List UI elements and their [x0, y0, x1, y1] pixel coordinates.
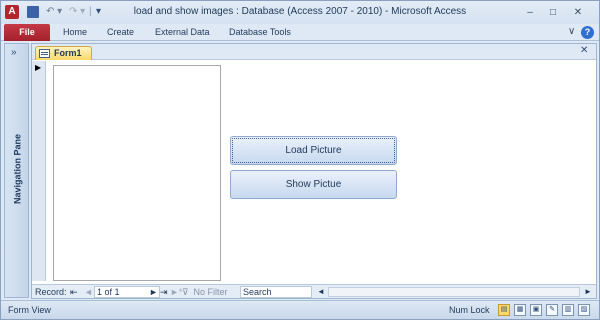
load-picture-button[interactable]: Load Picture [230, 136, 397, 165]
tab-database-tools[interactable]: Database Tools [229, 24, 291, 41]
tab-external-data[interactable]: External Data [155, 24, 210, 41]
layout-view-icon[interactable]: ▣ [530, 304, 542, 316]
ribbon-tabs: File Home Create External Data Database … [1, 24, 599, 41]
pivottable-view-icon[interactable]: ▥ [562, 304, 574, 316]
maximize-button[interactable]: □ [541, 6, 565, 19]
record-navigation-bar: Record: ⇤ ◄ 1 of 1 ► ⇥ ►* ⊽ No Filter Se… [32, 284, 596, 298]
datasheet-view-icon[interactable]: ▦ [514, 304, 526, 316]
horizontal-scrollbar[interactable] [328, 287, 580, 297]
document-area: Form1 ✕ ▶ Load Picture Show Pictue Recor… [31, 43, 597, 299]
record-label: Record: [35, 287, 67, 297]
search-input[interactable]: Search [240, 286, 312, 298]
new-record-icon[interactable]: ►* [170, 286, 182, 298]
numlock-indicator: Num Lock [449, 305, 490, 315]
scroll-left-icon[interactable]: ◄ [317, 286, 325, 298]
tab-home[interactable]: Home [63, 24, 87, 41]
show-picture-button[interactable]: Show Pictue [230, 170, 397, 199]
tab-form1[interactable]: Form1 [35, 46, 92, 60]
status-bar: Form View Num Lock ▤ ▦ ▣ ✎ ▥ ▨ [1, 300, 599, 319]
title-bar: A ↶ ▾ ↷ ▾ | ▾ load and show images : Dat… [1, 1, 599, 24]
nav-pane-toggle-icon[interactable]: » [11, 47, 17, 58]
tab-create[interactable]: Create [107, 24, 134, 41]
design-view-icon[interactable]: ✎ [546, 304, 558, 316]
record-selector[interactable]: ▶ [32, 61, 46, 281]
next-record-icon[interactable]: ► [149, 286, 158, 298]
document-tab-label: Form1 [54, 48, 82, 58]
pivotchart-view-icon[interactable]: ▨ [578, 304, 590, 316]
last-record-icon[interactable]: ⇥ [160, 286, 168, 298]
view-status: Form View [8, 305, 51, 315]
navigation-pane-label[interactable]: Navigation Pane [13, 117, 23, 222]
first-record-icon[interactable]: ⇤ [70, 286, 78, 298]
window-title: load and show images : Database (Access … [133, 6, 467, 17]
form-view-icon[interactable]: ▤ [498, 304, 510, 316]
no-filter-label: No Filter [193, 287, 228, 297]
form-icon [39, 49, 50, 58]
filter-icon: ⊽ [182, 287, 189, 297]
previous-record-icon[interactable]: ◄ [84, 286, 93, 298]
help-icon[interactable]: ? [581, 26, 594, 39]
access-window: A ↶ ▾ ↷ ▾ | ▾ load and show images : Dat… [0, 0, 600, 320]
minimize-button[interactable]: – [518, 6, 542, 19]
image-control[interactable] [53, 65, 221, 281]
tab-file[interactable]: File [4, 24, 50, 41]
scroll-right-icon[interactable]: ► [584, 286, 592, 298]
no-filter-button[interactable]: ⊽ No Filter [182, 286, 228, 298]
current-record-arrow-icon: ▶ [35, 63, 42, 72]
close-button[interactable]: ✕ [566, 6, 590, 19]
document-tab-strip: Form1 ✕ [32, 44, 596, 60]
close-document-icon[interactable]: ✕ [580, 45, 588, 56]
ribbon-collapse-icon[interactable]: ∨ [568, 26, 575, 37]
navigation-pane: » Navigation Pane [4, 43, 29, 298]
